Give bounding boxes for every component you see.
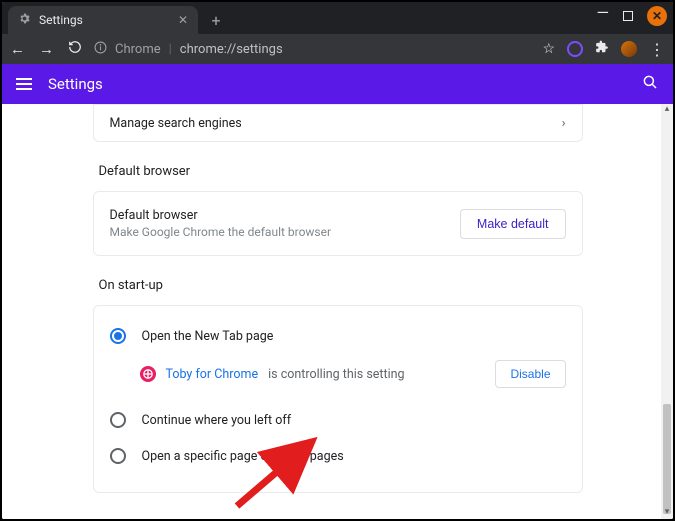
address-bar[interactable]: Chrome | chrome://settings (94, 41, 530, 58)
default-browser-title: Default browser (110, 208, 460, 223)
startup-option-new-tab[interactable]: Open the New Tab page (110, 318, 566, 354)
reload-icon[interactable] (68, 40, 82, 58)
browser-tab[interactable]: Settings ✕ (8, 6, 198, 34)
radio-unselected-icon (110, 448, 126, 464)
extension-controlling-row: Toby for Chrome is controlling this sett… (110, 354, 566, 402)
scrollbar-thumb[interactable] (663, 404, 671, 514)
page-title: Settings (48, 75, 625, 93)
row-label: Manage search engines (110, 116, 242, 131)
profile-avatar[interactable] (621, 41, 637, 57)
vertical-scrollbar[interactable]: ▴ ▾ (661, 104, 673, 519)
toby-extension-icon (140, 366, 156, 382)
extension-msg: is controlling this setting (268, 367, 404, 382)
startup-card: Open the New Tab page Toby for Chrome is… (93, 305, 583, 493)
startup-option-specific[interactable]: Open a specific page or set of pages (110, 438, 566, 474)
disable-extension-button[interactable]: Disable (495, 360, 565, 388)
default-browser-card: Default browser Make Google Chrome the d… (93, 191, 583, 256)
extensions-menu-icon[interactable] (595, 40, 609, 58)
search-icon[interactable] (641, 73, 659, 96)
url-scheme: Chrome (115, 42, 161, 57)
browser-titlebar: Settings ✕ + ― ✕ (2, 2, 673, 34)
extension-icon[interactable] (567, 41, 583, 57)
back-icon[interactable]: ← (10, 40, 25, 58)
option-label: Continue where you left off (142, 413, 292, 428)
section-title-default-browser: Default browser (99, 164, 583, 179)
radio-unselected-icon (110, 412, 126, 428)
close-tab-icon[interactable]: ✕ (178, 13, 188, 27)
url-path: chrome://settings (180, 42, 283, 57)
radio-selected-icon (110, 328, 126, 344)
manage-search-engines-row[interactable]: Manage search engines › (94, 105, 582, 141)
window-controls: ― ✕ (597, 6, 668, 26)
startup-option-continue[interactable]: Continue where you left off (110, 402, 566, 438)
make-default-button[interactable]: Make default (460, 209, 566, 239)
extension-name-link[interactable]: Toby for Chrome (166, 367, 259, 382)
settings-header: Settings (2, 64, 673, 104)
chevron-right-icon: › (562, 116, 566, 131)
new-tab-button[interactable]: + (204, 8, 228, 32)
bookmark-icon[interactable]: ☆ (542, 41, 555, 57)
tab-title: Settings (39, 13, 170, 27)
option-label: Open a specific page or set of pages (142, 449, 344, 464)
forward-icon[interactable]: → (39, 40, 54, 58)
maximize-icon[interactable] (623, 11, 633, 21)
scroll-up-icon[interactable]: ▴ (661, 104, 673, 116)
gear-icon (18, 12, 31, 28)
scroll-down-icon[interactable]: ▾ (661, 507, 673, 519)
menu-icon[interactable] (16, 78, 32, 90)
option-label: Open the New Tab page (142, 329, 274, 344)
browser-menu-icon[interactable]: ⋮ (649, 40, 665, 59)
section-title-startup: On start-up (99, 278, 583, 293)
close-window-icon[interactable]: ✕ (647, 6, 667, 26)
site-info-icon[interactable] (94, 41, 107, 58)
default-browser-sub: Make Google Chrome the default browser (110, 225, 460, 239)
browser-toolbar: ← → Chrome | chrome://settings ☆ ⋮ (2, 34, 673, 64)
